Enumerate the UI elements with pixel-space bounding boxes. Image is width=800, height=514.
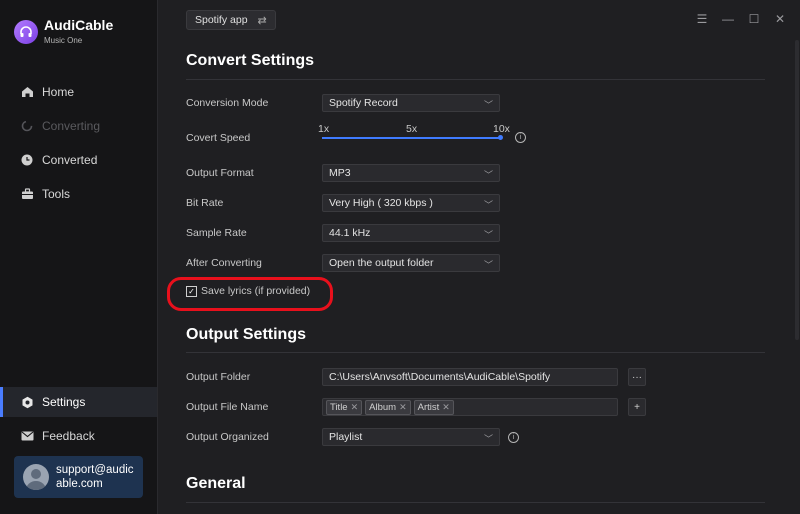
- output-settings-title: Output Settings: [186, 326, 306, 343]
- gear-icon: [20, 395, 34, 409]
- browse-folder-button[interactable]: ···: [628, 368, 646, 386]
- app-subtitle: Music One: [44, 36, 83, 45]
- avatar: [23, 464, 49, 490]
- info-icon[interactable]: i: [515, 132, 526, 143]
- output-folder-label: Output Folder: [186, 371, 251, 383]
- mail-icon: [20, 429, 34, 443]
- output-format-select[interactable]: MP3 ﹀: [322, 164, 500, 182]
- speed-slider-handle[interactable]: [498, 135, 503, 140]
- sample-rate-label: Sample Rate: [186, 227, 247, 239]
- source-label: Spotify app: [195, 14, 248, 26]
- minimize-icon[interactable]: —: [721, 12, 735, 26]
- after-converting-value: Open the output folder: [329, 257, 434, 269]
- tag-title[interactable]: Title ✕: [326, 399, 363, 415]
- sidebar-item-converting[interactable]: Converting: [0, 111, 157, 141]
- remove-tag-icon[interactable]: ✕: [351, 402, 359, 413]
- sidebar-item-label: Feedback: [42, 429, 95, 443]
- output-organized-value: Playlist: [329, 431, 363, 443]
- bit-rate-label: Bit Rate: [186, 197, 224, 209]
- highlight-circle: [167, 277, 333, 311]
- speed-tick-5x: 5x: [406, 123, 418, 135]
- convert-speed-label: Covert Speed: [186, 132, 251, 144]
- app-name: AudiCable: [44, 17, 114, 33]
- sidebar-item-settings[interactable]: Settings: [0, 387, 157, 417]
- chevron-down-icon: ﹀: [483, 100, 493, 110]
- output-file-name-label: Output File Name: [186, 401, 269, 413]
- chevron-down-icon: ﹀: [483, 200, 493, 210]
- after-converting-label: After Converting: [186, 257, 262, 269]
- bit-rate-value: Very High ( 320 kbps ): [329, 197, 433, 209]
- spinner-icon: [20, 119, 34, 133]
- close-icon[interactable]: ✕: [773, 12, 787, 26]
- tag-album[interactable]: Album ✕: [365, 399, 411, 415]
- speed-tick-10x: 10x: [493, 123, 510, 135]
- remove-tag-icon[interactable]: ✕: [399, 402, 407, 413]
- output-organized-label: Output Organized: [186, 431, 269, 443]
- tag-label: Title: [330, 401, 348, 413]
- tag-label: Album: [369, 401, 397, 413]
- chevron-down-icon: ﹀: [483, 170, 493, 180]
- clock-icon: [20, 153, 34, 167]
- sidebar-item-tools[interactable]: Tools: [0, 179, 157, 209]
- menu-icon[interactable]: ☰: [695, 12, 709, 26]
- chevron-down-icon: ﹀: [483, 434, 493, 444]
- account-card[interactable]: support@audicable.com: [14, 456, 143, 498]
- divider: [186, 79, 765, 80]
- conversion-mode-value: Spotify Record: [329, 97, 398, 109]
- sidebar-item-label: Tools: [42, 187, 71, 201]
- maximize-icon[interactable]: ☐: [747, 12, 761, 26]
- chevron-down-icon: ﹀: [483, 230, 493, 240]
- conversion-mode-label: Conversion Mode: [186, 97, 269, 109]
- swap-icon: ⇄: [257, 14, 267, 27]
- source-switch-button[interactable]: Spotify app ⇄: [186, 10, 276, 30]
- remove-tag-icon[interactable]: ✕: [442, 402, 450, 413]
- sidebar-item-label: Converting: [42, 119, 101, 133]
- add-tag-button[interactable]: +: [628, 398, 646, 416]
- tag-artist[interactable]: Artist ✕: [413, 399, 454, 415]
- sidebar-item-label: Converted: [42, 153, 98, 167]
- divider: [186, 352, 765, 353]
- scrollbar[interactable]: [795, 40, 799, 340]
- output-folder-field[interactable]: C:\Users\Anvsoft\Documents\AudiCable\Spo…: [322, 368, 618, 386]
- speed-tick-1x: 1x: [318, 123, 330, 135]
- toolbox-icon: [20, 187, 34, 201]
- convert-settings-title: Convert Settings: [186, 52, 315, 69]
- sidebar: AudiCable Music One Home Converting Conv…: [0, 0, 158, 514]
- account-email: support@audicable.com: [56, 464, 134, 490]
- home-icon: [20, 85, 34, 99]
- output-folder-value: C:\Users\Anvsoft\Documents\AudiCable\Spo…: [329, 371, 551, 383]
- sidebar-item-label: Home: [42, 85, 75, 99]
- divider: [186, 502, 765, 503]
- output-format-label: Output Format: [186, 167, 254, 179]
- chevron-down-icon: ﹀: [483, 260, 493, 270]
- bit-rate-select[interactable]: Very High ( 320 kbps ) ﹀: [322, 194, 500, 212]
- sidebar-item-label: Settings: [42, 395, 86, 409]
- sidebar-item-converted[interactable]: Converted: [0, 145, 157, 175]
- info-icon[interactable]: i: [508, 432, 519, 443]
- speed-slider-track[interactable]: [322, 137, 501, 139]
- sidebar-item-home[interactable]: Home: [0, 77, 157, 107]
- app-logo-icon: [14, 20, 38, 44]
- output-file-name-field[interactable]: Title ✕ Album ✕ Artist ✕: [322, 398, 618, 416]
- output-format-value: MP3: [329, 167, 351, 179]
- sample-rate-select[interactable]: 44.1 kHz ﹀: [322, 224, 500, 242]
- tag-label: Artist: [417, 401, 440, 413]
- app-logo-row: AudiCable Music One: [14, 16, 113, 45]
- conversion-mode-select[interactable]: Spotify Record ﹀: [322, 94, 500, 112]
- after-converting-select[interactable]: Open the output folder ﹀: [322, 254, 500, 272]
- output-organized-select[interactable]: Playlist ﹀: [322, 428, 500, 446]
- sample-rate-value: 44.1 kHz: [329, 227, 371, 239]
- general-title: General: [186, 475, 246, 492]
- sidebar-item-feedback[interactable]: Feedback: [0, 421, 157, 451]
